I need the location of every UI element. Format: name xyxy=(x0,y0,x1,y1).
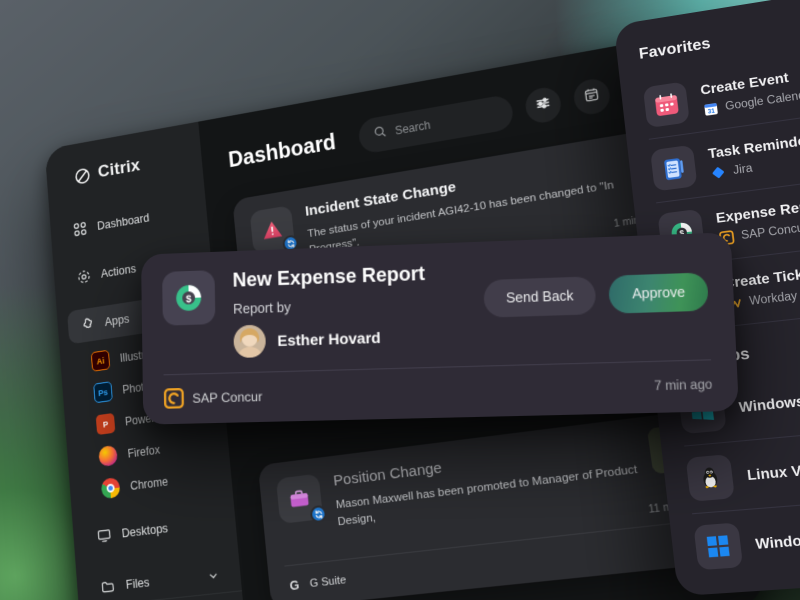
puzzle-icon xyxy=(80,316,96,334)
expense-report-card[interactable]: $ New Expense Report Report by Esther Ho… xyxy=(141,232,739,425)
expense-card-main: New Expense Report Report by Esther Hova… xyxy=(232,261,466,359)
expense-card-title: New Expense Report xyxy=(232,262,426,292)
favorite-title: Create Ticket xyxy=(722,264,800,292)
google-calendar-icon: 31 xyxy=(702,100,719,117)
search-icon xyxy=(373,124,388,144)
expense-pie-icon: $ xyxy=(162,270,216,326)
citrix-logo-icon xyxy=(73,165,92,187)
calendar-button[interactable] xyxy=(571,76,612,117)
windows-blue-icon xyxy=(693,522,744,571)
sliders-icon xyxy=(534,94,552,116)
gsuite-icon: G xyxy=(288,577,300,594)
sidebar-item-label: Dashboard xyxy=(96,211,150,233)
expense-card-timestamp: 7 min ago xyxy=(653,377,713,393)
search-input[interactable]: Search xyxy=(357,93,515,155)
photoshop-icon: Ps xyxy=(93,381,113,404)
firefox-icon xyxy=(98,444,118,468)
sidebar-item-label: Desktops xyxy=(121,521,169,541)
perspective-rig: Citrix Dashboard Actions Apps Ai Illustr… xyxy=(0,0,800,600)
expense-card-actions: Send Back Approve xyxy=(483,252,709,318)
reporter: Esther Hovard xyxy=(233,318,466,359)
desktop-title: Windows xyxy=(754,530,800,553)
desktop-text: Windows xyxy=(754,530,800,552)
monitor-icon xyxy=(96,527,112,545)
desktop-title: Windows xyxy=(737,392,800,416)
illustrator-icon: Ai xyxy=(90,349,111,372)
approve-button[interactable]: Approve xyxy=(608,272,709,314)
jira-icon xyxy=(710,164,727,181)
report-by-label: Report by xyxy=(233,299,291,317)
alert-triangle-icon xyxy=(249,205,300,255)
app-label: Chrome xyxy=(129,474,169,493)
chevron-down-icon[interactable] xyxy=(208,569,219,581)
grid-icon xyxy=(72,220,87,238)
screen: Citrix Dashboard Actions Apps Ai Illustr… xyxy=(0,0,800,600)
sap-concur-icon xyxy=(164,388,184,409)
favorites-heading: Favorites xyxy=(638,35,712,63)
linux-icon xyxy=(685,454,735,502)
chrome-icon xyxy=(100,477,121,500)
search-placeholder: Search xyxy=(394,118,432,138)
card-source: G G Suite xyxy=(286,571,347,594)
desktop-title: Linux Virtual xyxy=(746,458,800,484)
target-icon xyxy=(76,268,92,286)
briefcase-icon xyxy=(275,473,328,525)
sidebar-item-label: Files xyxy=(125,575,150,592)
favorite-text: Create Ticket Workday xyxy=(723,264,800,311)
filter-button[interactable] xyxy=(523,85,563,126)
page-title: Dashboard xyxy=(227,129,337,172)
favorite-text: Create Event 31 Google Calendar xyxy=(699,65,800,117)
powerpoint-icon: P xyxy=(95,412,116,436)
favorite-app-label: Workday xyxy=(748,289,798,308)
folder-icon xyxy=(100,578,116,596)
desktop-text: Linux Virtual xyxy=(746,459,800,484)
favorite-text: Expense Report SAP Concur xyxy=(715,196,800,246)
brand-name: Citrix xyxy=(97,155,141,182)
favorite-app-label: Jira xyxy=(732,162,754,177)
app-label: Firefox xyxy=(127,442,161,461)
favorite-app-label: SAP Concur xyxy=(740,221,800,242)
reporter-name: Esther Hovard xyxy=(277,328,381,350)
sidebar-nav-bottom: Desktops Files xyxy=(72,503,241,600)
sync-badge-icon xyxy=(309,504,328,524)
expense-card-body: $ New Expense Report Report by Esther Ho… xyxy=(162,252,710,360)
desktop-text: Windows xyxy=(738,392,800,415)
send-back-button[interactable]: Send Back xyxy=(483,276,597,318)
expense-card-source-label: SAP Concur xyxy=(192,388,263,406)
favorite-text: Task Reminder Jira xyxy=(707,131,800,181)
clipboard-icon xyxy=(650,144,698,192)
calendar-app-icon xyxy=(642,81,690,129)
calendar-icon xyxy=(583,85,601,108)
expense-card-source: SAP Concur xyxy=(164,386,263,409)
card-source-label: G Suite xyxy=(309,574,347,590)
user-avatar xyxy=(233,324,266,359)
svg-text:$: $ xyxy=(186,293,193,304)
